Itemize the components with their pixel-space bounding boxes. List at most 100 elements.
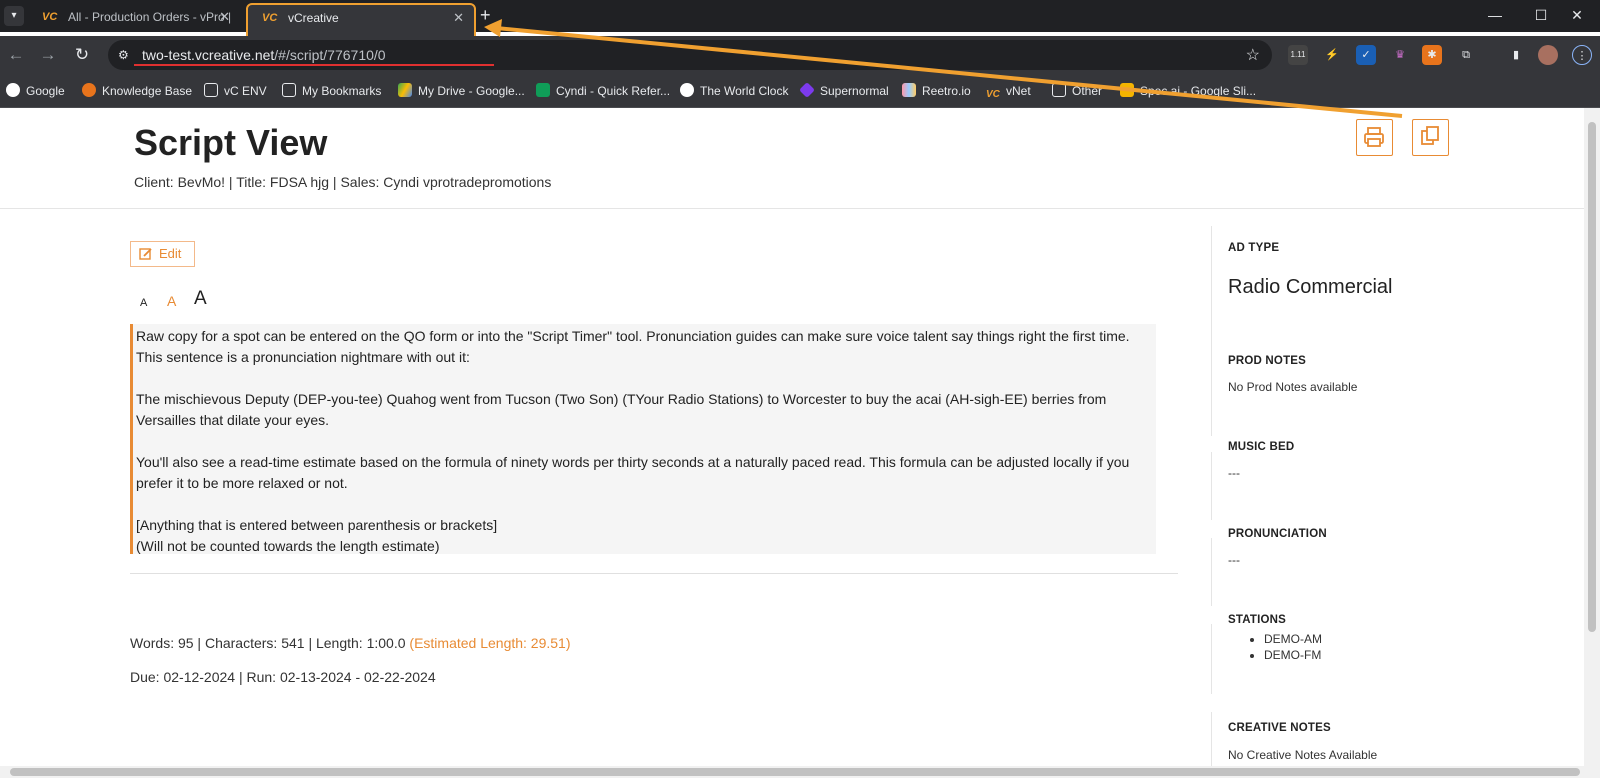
hubspot-icon	[82, 83, 96, 97]
tab-production-orders[interactable]: VC All - Production Orders - vPro | ✕	[28, 4, 240, 32]
copy-button[interactable]	[1412, 119, 1449, 156]
script-stats: Words: 95 | Characters: 541 | Length: 1:…	[130, 635, 571, 651]
close-window-icon[interactable]: ✕	[1554, 4, 1600, 26]
vc-logo-icon: VC	[42, 11, 58, 23]
extensions-puzzle-icon[interactable]: ⧉	[1456, 45, 1476, 65]
clock-icon	[680, 83, 694, 97]
folder-icon	[204, 83, 218, 97]
prod-notes-label: PROD NOTES	[1228, 355, 1307, 367]
print-button[interactable]	[1356, 119, 1393, 156]
horizontal-scrollbar[interactable]	[0, 766, 1600, 778]
stations-list: DEMO-AM DEMO-FM	[1264, 631, 1322, 663]
bookmark-vc-env[interactable]: vC ENV	[204, 82, 267, 100]
script-dates: Due: 02-12-2024 | Run: 02-13-2024 - 02-2…	[130, 669, 436, 685]
script-paragraph: (Will not be counted towards the length …	[136, 538, 440, 554]
vc-logo-icon: VC	[986, 89, 1000, 100]
station-item: DEMO-AM	[1264, 631, 1322, 647]
sidebar-divider	[1211, 538, 1212, 606]
bookmark-knowledge-base[interactable]: Knowledge Base	[82, 82, 192, 100]
new-tab-plus-icon[interactable]: +	[480, 4, 491, 26]
close-tab-icon[interactable]: ✕	[219, 4, 230, 30]
reetro-icon	[902, 83, 916, 97]
slides-icon	[1120, 83, 1134, 97]
sheets-icon	[536, 83, 550, 97]
script-paragraph: Raw copy for a spot can be entered on th…	[136, 328, 1130, 365]
google-icon	[6, 83, 20, 97]
print-icon	[1364, 127, 1384, 147]
bookmark-google[interactable]: Google	[6, 82, 65, 100]
scrollbar-thumb[interactable]	[1588, 122, 1596, 632]
stations-label: STATIONS	[1228, 614, 1287, 626]
tab-title: All - Production Orders - vPro |	[68, 10, 232, 24]
bookmark-my-bookmarks[interactable]: My Bookmarks	[282, 82, 381, 100]
sidebar-divider	[1211, 624, 1212, 694]
pronunciation-value: ---	[1228, 553, 1240, 567]
prod-notes-value: No Prod Notes available	[1228, 380, 1358, 394]
bookmarks-bar: Google Knowledge Base vC ENV My Bookmark…	[0, 74, 1600, 108]
copy-icon	[1421, 126, 1439, 145]
menu-dots-icon[interactable]: ⋮	[1572, 45, 1592, 65]
address-bar[interactable]: ⚙ two-test.vcreative.net/#/script/776710…	[108, 40, 1272, 70]
tab-title: vCreative	[288, 11, 339, 25]
sidebar-divider	[1211, 452, 1212, 520]
script-paragraph: You'll also see a read-time estimate bas…	[136, 454, 1130, 491]
edit-label: Edit	[159, 246, 182, 261]
folder-icon	[282, 83, 296, 97]
page-title: Script View	[134, 122, 328, 163]
bookmark-my-drive[interactable]: My Drive - Google...	[398, 82, 525, 100]
tab-search-chevron-icon[interactable]: ▾	[4, 6, 24, 26]
bookmark-world-clock[interactable]: The World Clock	[680, 82, 788, 100]
ad-type-label: AD TYPE	[1228, 242, 1280, 254]
script-text-box: Raw copy for a spot can be entered on th…	[130, 324, 1156, 554]
check-extension-icon[interactable]: ✓	[1356, 45, 1376, 65]
bookmark-reetro[interactable]: Reetro.io	[902, 82, 971, 100]
folder-icon	[1052, 83, 1066, 97]
browser-toolbar: ← → ↻ ⚙ two-test.vcreative.net/#/script/…	[0, 36, 1600, 74]
script-meta: Client: BevMo! | Title: FDSA hjg | Sales…	[134, 174, 552, 190]
bookmark-vnet[interactable]: VC vNet	[986, 82, 1031, 100]
body-divider	[130, 573, 1178, 574]
font-size-small-button[interactable]: A	[140, 297, 147, 309]
back-arrow-icon[interactable]: ←	[4, 44, 28, 66]
side-panel-icon[interactable]: ▮	[1506, 45, 1526, 65]
reload-icon[interactable]: ↻	[70, 44, 94, 66]
script-view-page: Script View Client: BevMo! | Title: FDSA…	[0, 108, 1584, 766]
script-paragraph: The mischievous Deputy (DEP-you-tee) Qua…	[136, 391, 1107, 428]
bookmark-supernormal[interactable]: Supernormal	[799, 82, 889, 100]
bookmark-cyndi[interactable]: Cyndi - Quick Refer...	[536, 82, 670, 100]
bolt-extension-icon[interactable]: ⚡	[1322, 45, 1342, 65]
drive-icon	[398, 83, 412, 97]
crown-extension-icon[interactable]: ♛	[1390, 45, 1410, 65]
hubspot-extension-icon[interactable]: ✱	[1422, 45, 1442, 65]
sidebar-divider	[1211, 712, 1212, 766]
extension-badge[interactable]: 1.11	[1288, 45, 1308, 65]
close-tab-icon[interactable]: ✕	[453, 5, 464, 31]
annotation-underline	[134, 64, 494, 66]
station-item: DEMO-FM	[1264, 647, 1322, 663]
site-info-icon[interactable]: ⚙	[118, 47, 134, 63]
creative-notes-value: No Creative Notes Available	[1228, 748, 1378, 762]
vc-logo-icon: VC	[262, 12, 278, 24]
browser-title-bar: ▾ VC All - Production Orders - vPro | ✕ …	[0, 0, 1600, 39]
bookmark-star-icon[interactable]: ☆	[1246, 45, 1260, 65]
font-size-medium-button[interactable]: A	[167, 293, 176, 309]
scrollbar-thumb[interactable]	[10, 768, 1580, 776]
bookmark-spec-ai[interactable]: Spec.ai - Google Sli...	[1120, 82, 1256, 100]
vertical-scrollbar[interactable]	[1584, 108, 1600, 766]
avatar[interactable]	[1538, 45, 1558, 65]
minimize-icon[interactable]: —	[1472, 4, 1518, 26]
edit-pencil-icon	[139, 248, 152, 260]
estimated-length: (Estimated Length: 29.51)	[409, 635, 571, 651]
font-size-large-button[interactable]: A	[194, 288, 207, 310]
script-paragraph: [Anything that is entered between parent…	[136, 517, 498, 533]
music-bed-label: MUSIC BED	[1228, 441, 1295, 453]
sidebar-divider	[1211, 226, 1212, 436]
header-divider	[0, 208, 1584, 209]
supernormal-icon	[799, 82, 815, 98]
edit-button[interactable]: Edit	[130, 241, 195, 267]
forward-arrow-icon[interactable]: →	[36, 44, 60, 66]
tab-vcreative[interactable]: VC vCreative ✕	[246, 3, 476, 39]
ad-type-value: Radio Commercial	[1228, 276, 1393, 298]
creative-notes-label: CREATIVE NOTES	[1228, 722, 1331, 734]
bookmark-other[interactable]: Other	[1052, 82, 1102, 100]
